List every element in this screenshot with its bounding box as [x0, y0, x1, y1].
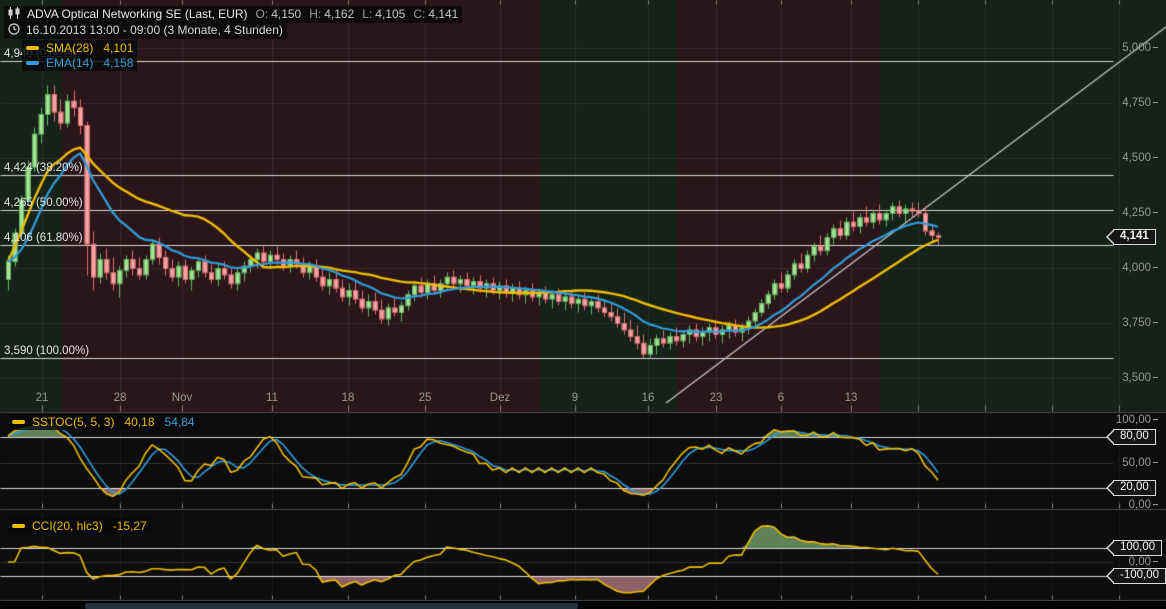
fib-level-label: 3,590 (100.00%): [4, 345, 89, 357]
price-axis-tick: 3,750: [1122, 317, 1158, 329]
clock-icon: [8, 23, 20, 38]
chart-canvas[interactable]: [0, 0, 1166, 609]
cci-level-badge: 100,00: [1113, 540, 1162, 556]
ema-legend[interactable]: EMA(14) 4,158: [22, 55, 137, 71]
candlestick-chart-icon: [8, 7, 21, 22]
sstoc-axis-tick: 0,00: [1129, 499, 1158, 511]
time-axis-label: 13: [845, 392, 858, 404]
time-axis-label: 25: [419, 392, 432, 404]
price-axis-tick: 3,500: [1122, 372, 1158, 384]
sma-legend[interactable]: SMA(28) 4,101: [22, 40, 137, 56]
ema-value: 4,158: [103, 56, 133, 70]
time-axis-label: 28: [114, 392, 127, 404]
sstoc-color-swatch-icon: [12, 420, 25, 424]
chart-window: ADVA Optical Networking SE (Last, EUR) O:…: [0, 0, 1166, 609]
timeframe-label: 16.10.2013 13:00 - 09:00 (3 Monate, 4 St…: [26, 23, 283, 37]
sma-color-swatch-icon: [26, 46, 39, 50]
time-axis-label: 21: [36, 392, 49, 404]
price-axis-tick: 4,250: [1122, 207, 1158, 219]
ohlc-close-label: C:: [413, 7, 425, 21]
fib-level-label: 4,265 (50.00%): [4, 197, 83, 209]
cci-axis-tick: 0,00: [1129, 556, 1158, 568]
price-axis-tick: 5,000: [1122, 42, 1158, 54]
time-axis-label: 6: [778, 392, 784, 404]
time-axis-label: 11: [266, 392, 278, 404]
last-price-badge: 4,141: [1113, 229, 1156, 245]
timeframe-row: 16.10.2013 13:00 - 09:00 (3 Monate, 4 St…: [4, 22, 287, 39]
time-axis-label: 16: [642, 392, 655, 404]
ohlc-low-label: L:: [362, 7, 372, 21]
ohlc-close-value: 4,141: [428, 7, 458, 21]
symbol-title: ADVA Optical Networking SE (Last, EUR): [27, 7, 248, 21]
cci-title: CCI(20, hlc3): [32, 519, 103, 533]
time-scrollbar-track[interactable]: [0, 601, 1166, 609]
price-axis-tick: 4,750: [1122, 97, 1158, 109]
time-axis-label: 18: [342, 392, 355, 404]
cci-legend[interactable]: CCI(20, hlc3) -15,27: [8, 518, 151, 534]
ema-color-swatch-icon: [26, 61, 39, 65]
ohlc-open-value: 4,150: [271, 7, 301, 21]
ohlc-high-value: 4,162: [324, 7, 354, 21]
price-axis-tick: 4,500: [1122, 152, 1158, 164]
time-scrollbar-thumb[interactable]: [85, 603, 578, 609]
cci-value: -15,27: [113, 519, 147, 533]
sstoc-legend[interactable]: SSTOC(5, 5, 3) 40,18 54,84: [8, 414, 199, 430]
ohlc-open-label: O:: [256, 7, 269, 21]
sma-value: 4,101: [103, 41, 133, 55]
price-axis-tick: 4,000: [1122, 262, 1158, 274]
sstoc-axis-tick: 100,00: [1116, 414, 1158, 426]
sstoc-level-badge: 20,00: [1113, 480, 1156, 496]
ema-name: EMA(14): [46, 56, 93, 70]
fib-level-label: 4,424 (38.20%): [4, 162, 83, 174]
sstoc-level-badge: 80,00: [1113, 429, 1156, 445]
sma-name: SMA(28): [46, 41, 93, 55]
sstoc-axis-tick: 50,00: [1122, 457, 1158, 469]
ohlc-high-label: H:: [309, 7, 321, 21]
sstoc-title: SSTOC(5, 5, 3): [32, 415, 114, 429]
time-axis-label: 23: [710, 392, 723, 404]
fib-level-label: 4,106 (61.80%): [4, 232, 83, 244]
time-axis-label: 9: [572, 392, 578, 404]
cci-level-badge: -100,00: [1113, 568, 1166, 584]
ohlc-low-value: 4,105: [375, 7, 405, 21]
sstoc-value-k: 40,18: [124, 415, 154, 429]
cci-color-swatch-icon: [12, 524, 25, 528]
time-axis-label: Nov: [172, 392, 192, 404]
time-axis-label: Dez: [490, 392, 510, 404]
sstoc-value-d: 54,84: [165, 415, 195, 429]
symbol-header-row: ADVA Optical Networking SE (Last, EUR) O:…: [4, 6, 462, 23]
